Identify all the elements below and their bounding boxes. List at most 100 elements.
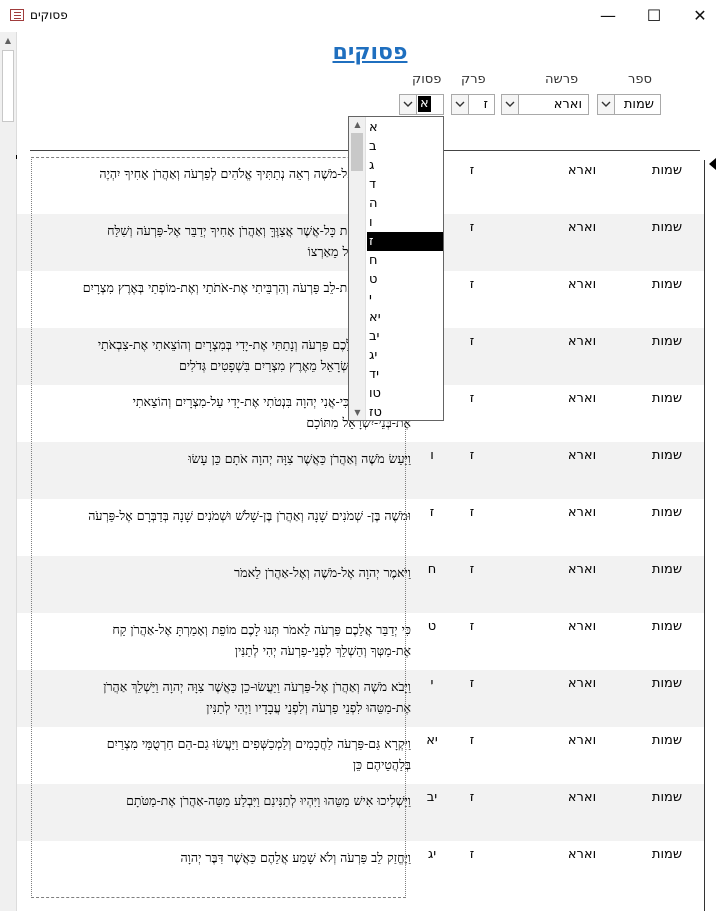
chevron-down-icon[interactable] [598,95,615,114]
dropdown-option[interactable]: יא [367,308,443,327]
dropdown-scroll-thumb[interactable] [351,133,363,171]
dropdown-option[interactable]: טו [367,384,443,403]
chevron-down-icon[interactable] [452,95,469,114]
pasuk-value[interactable]: א [418,96,431,112]
dropdown-option[interactable]: יב [367,327,443,346]
scroll-up-arrow-icon[interactable]: ▲ [0,32,16,49]
record-row[interactable]: שמות וארא ז ט כִּי יְדַבֵּר אֲלֵכֶם פַּרְעֹה… [17,613,704,670]
perek-cell[interactable]: ז [457,619,487,634]
parasha-cell[interactable]: וארא [547,277,617,292]
sefer-combobox[interactable]: שמות [597,94,661,115]
scroll-up-arrow-icon[interactable]: ▲ [349,117,366,132]
close-button[interactable]: ✕ [677,0,723,31]
parasha-cell[interactable]: וארא [547,448,617,463]
perek-cell[interactable]: ז [457,676,487,691]
perek-combobox[interactable]: ז [451,94,495,115]
verse-text-cell[interactable]: וַיִּקְרָא גַּם-פַּרְעֹה לַחֲכָמִים וְלַ… [77,733,411,775]
sefer-cell[interactable]: שמות [637,676,697,691]
perek-cell[interactable]: ז [457,505,487,520]
sefer-cell[interactable]: שמות [637,619,697,634]
parasha-cell[interactable]: וארא [547,676,617,691]
dropdown-option[interactable]: יד [367,365,443,384]
sefer-cell[interactable]: שמות [637,277,697,292]
dropdown-option[interactable]: ח [367,251,443,270]
sefer-cell[interactable]: שמות [637,847,697,862]
pasuk-combobox[interactable]: א [399,94,444,115]
pasuk-dropdown-list[interactable]: ▲ ▼ א ב ג ד ה ו ז ח ט י יא יב יג יד טו טז [348,116,444,421]
pasuk-cell[interactable]: יג [415,847,449,862]
record-row[interactable]: שמות וארא ז ח וַיֹּאמֶר יְהוָה אֶל-מֹשֶׁה וְ… [17,556,704,613]
parasha-cell[interactable]: וארא [547,163,617,178]
pasuk-cell[interactable]: ו [415,448,449,463]
pasuk-cell[interactable]: ח [415,562,449,577]
perek-cell[interactable]: ז [457,733,487,748]
sefer-cell[interactable]: שמות [637,391,697,406]
perek-cell[interactable]: ז [457,448,487,463]
scroll-down-arrow-icon[interactable]: ▼ [349,405,366,420]
pasuk-cell[interactable]: ז [415,505,449,520]
dropdown-option[interactable]: י [367,289,443,308]
perek-cell[interactable]: ז [457,277,487,292]
chevron-down-icon[interactable] [400,95,417,114]
perek-cell[interactable]: ז [457,220,487,235]
parasha-cell[interactable]: וארא [547,733,617,748]
verse-text-cell[interactable]: וַיַּעַשׂ מֹשֶׁה וְאַהֲרֹן כַּאֲשֶׁר צִו… [77,448,411,469]
form-scrollbar[interactable]: ▲ [0,32,17,911]
perek-cell[interactable]: ז [457,163,487,178]
record-row[interactable]: שמות וארא ז ז וּמֹשֶׁה בֶּן- שְׁמֹנִים שָׁנָ… [17,499,704,556]
record-row[interactable]: שמות וארא ז יא וַיִּקְרָא גַּם-פַּרְעֹה לַחֲ… [17,727,704,784]
dropdown-option[interactable]: ט [367,270,443,289]
verse-text-cell[interactable]: וַיַּשְׁלִיכוּ אִישׁ מַטֵּהוּ וַיִּהְיוּ… [77,790,411,811]
parasha-cell[interactable]: וארא [547,562,617,577]
sefer-cell[interactable]: שמות [637,163,697,178]
dropdown-option[interactable]: ד [367,175,443,194]
parasha-cell[interactable]: וארא [547,391,617,406]
minimize-button[interactable]: — [585,0,631,31]
record-row[interactable]: שמות וארא ז יב וַיַּשְׁלִיכוּ אִישׁ מַטֵּהוּ… [17,784,704,841]
record-row[interactable]: שמות וארא ז י וַיָּבֹא מֹשֶׁה וְאַהֲרֹן אֶל-… [17,670,704,727]
scrollbar-thumb[interactable] [2,50,14,122]
perek-cell[interactable]: ז [457,334,487,349]
sefer-cell[interactable]: שמות [637,334,697,349]
parasha-cell[interactable]: וארא [547,505,617,520]
dropdown-option[interactable]: ה [367,194,443,213]
sefer-cell[interactable]: שמות [637,562,697,577]
record-row[interactable]: שמות וארא ז יג וַיֶּחֱזַק לֵב פַּרְעֹה וְלֹא… [17,841,704,898]
verse-text-cell[interactable]: וַיֹּאמֶר יְהוָה אֶל-מֹשֶׁה וְאֶל-אַהֲרֹ… [77,562,411,583]
sefer-cell[interactable]: שמות [637,220,697,235]
dropdown-option[interactable]: יג [367,346,443,365]
parasha-combobox[interactable]: וארא [501,94,589,115]
maximize-button[interactable]: ☐ [631,0,677,31]
pasuk-cell[interactable]: י [415,676,449,691]
verse-text-cell[interactable]: וַיָּבֹא מֹשֶׁה וְאַהֲרֹן אֶל-פַּרְעֹה ו… [77,676,411,718]
dropdown-option[interactable]: ז [367,232,443,251]
verse-text-cell[interactable]: כִּי יְדַבֵּר אֲלֵכֶם פַּרְעֹה לֵאמֹר תְ… [77,619,411,661]
perek-cell[interactable]: ז [457,562,487,577]
perek-cell[interactable]: ז [457,790,487,805]
dropdown-option[interactable]: טז [367,403,443,422]
pasuk-label: פסוק [412,72,442,87]
sefer-cell[interactable]: שמות [637,448,697,463]
pasuk-cell[interactable]: יב [415,790,449,805]
parasha-cell[interactable]: וארא [547,847,617,862]
perek-cell[interactable]: ז [457,847,487,862]
dropdown-option[interactable]: ב [367,137,443,156]
dropdown-option[interactable]: ו [367,213,443,232]
chevron-down-icon[interactable] [502,95,519,114]
pasuk-cell[interactable]: ט [415,619,449,634]
parasha-cell[interactable]: וארא [547,619,617,634]
dropdown-scrollbar[interactable]: ▲ ▼ [349,117,366,420]
parasha-cell[interactable]: וארא [547,334,617,349]
sefer-cell[interactable]: שמות [637,505,697,520]
sefer-cell[interactable]: שמות [637,733,697,748]
pasuk-cell[interactable]: יא [415,733,449,748]
dropdown-option[interactable]: א [367,118,443,137]
sefer-cell[interactable]: שמות [637,790,697,805]
parasha-cell[interactable]: וארא [547,790,617,805]
perek-cell[interactable]: ז [457,391,487,406]
parasha-cell[interactable]: וארא [547,220,617,235]
record-row[interactable]: שמות וארא ז ו וַיַּעַשׂ מֹשֶׁה וְאַהֲרֹן כַּ… [17,442,704,499]
verse-text-cell[interactable]: וַיֶּחֱזַק לֵב פַּרְעֹה וְלֹא שָׁמַע אֲל… [77,847,411,868]
dropdown-option[interactable]: ג [367,156,443,175]
verse-text-cell[interactable]: וּמֹשֶׁה בֶּן- שְׁמֹנִים שָׁנָה וְאַהֲרֹ… [77,505,411,526]
